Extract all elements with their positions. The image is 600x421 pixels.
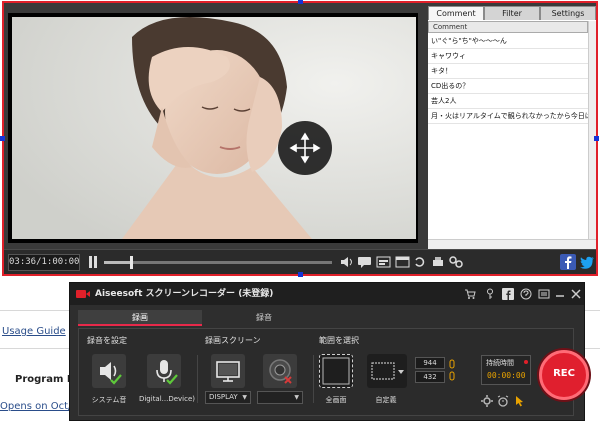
- printer-icon[interactable]: [431, 255, 445, 269]
- display-select-value: DISPLAY: [209, 393, 238, 401]
- microphone-toggle[interactable]: [147, 354, 181, 388]
- webcam-select[interactable]: ▼: [257, 391, 303, 404]
- comment-row[interactable]: 月・火はリアルタイムで観られなかったから今日は本: [428, 109, 588, 124]
- usage-guide-link[interactable]: Usage Guide: [2, 326, 66, 337]
- section-divider: [313, 355, 314, 403]
- display-select[interactable]: DISPLAY ▼: [205, 391, 251, 404]
- comment-icon[interactable]: [357, 255, 372, 269]
- duration-value: 00:00:00: [487, 371, 526, 380]
- playback-time: 03:36/1:00:00: [8, 254, 80, 271]
- comment-row[interactable]: キャワウィ: [428, 49, 588, 64]
- comment-vertical-scrollbar[interactable]: [588, 21, 596, 239]
- opens-text[interactable]: Opens on Oct/2: [0, 401, 78, 412]
- webcam-icon: [269, 359, 292, 384]
- comment-row[interactable]: キタ！: [428, 64, 588, 79]
- recorder-tabs: 録画 録音: [78, 310, 574, 326]
- resize-handle-right[interactable]: [594, 136, 599, 141]
- comment-panel: Comment Filter Settings Comment い"ぐ"ら"ち"…: [428, 6, 596, 249]
- tab-filter[interactable]: Filter: [484, 6, 540, 20]
- record-button[interactable]: REC: [539, 350, 589, 400]
- seek-bar-fill: [104, 261, 132, 264]
- comment-row[interactable]: CD出るの？: [428, 79, 588, 94]
- resize-handle-bottom[interactable]: [298, 272, 303, 277]
- link-aspect-icon[interactable]: [448, 359, 456, 381]
- system-audio-label: システム音: [91, 396, 127, 404]
- menu-icon[interactable]: [538, 288, 550, 300]
- record-button-label: REC: [553, 368, 575, 379]
- speaker-icon: [100, 362, 122, 385]
- webcam-toggle[interactable]: [263, 354, 297, 388]
- window-icon[interactable]: [395, 255, 410, 269]
- duration-label: 持続時間: [486, 359, 514, 367]
- recording-dot-icon: [524, 360, 528, 364]
- comment-horizontal-scrollbar[interactable]: [428, 239, 596, 249]
- fullscreen-region-icon: [322, 357, 350, 385]
- facebook-icon[interactable]: [560, 254, 576, 270]
- screen: Usage Guide Program De Opens on Oct/2 Co…: [0, 0, 600, 421]
- comment-column-header[interactable]: Comment: [428, 21, 588, 33]
- recording-area-frame[interactable]: Comment Filter Settings Comment い"ぐ"ら"ち"…: [0, 0, 599, 277]
- system-audio-toggle[interactable]: [92, 354, 126, 388]
- pause-icon[interactable]: [88, 255, 98, 269]
- repeat-icon[interactable]: [413, 255, 427, 269]
- settings-gear-icon[interactable]: [448, 255, 464, 269]
- width-input[interactable]: 944: [415, 357, 445, 369]
- monitor-icon: [216, 361, 240, 382]
- help-icon[interactable]: [520, 288, 532, 300]
- volume-icon[interactable]: [340, 255, 354, 269]
- seek-knob[interactable]: [130, 256, 134, 269]
- chevron-down-icon: ▼: [242, 394, 247, 401]
- seek-bar[interactable]: [104, 256, 332, 269]
- video-player[interactable]: [8, 13, 418, 243]
- resize-handle-left[interactable]: [0, 136, 5, 141]
- screen-recorder-window: Aiseesoft スクリーンレコーダー (未登録) 録画 録音 録音を設定 シ…: [69, 282, 589, 421]
- app-title: Aiseesoft スクリーンレコーダー (未登録): [95, 289, 274, 299]
- video-frame-image: [12, 17, 416, 239]
- minimize-icon[interactable]: [554, 288, 566, 300]
- camera-logo-icon: [76, 290, 90, 298]
- settings-icon[interactable]: [481, 395, 493, 407]
- recorder-title-bar[interactable]: Aiseesoft スクリーンレコーダー (未登録): [70, 283, 584, 305]
- alarm-clock-icon[interactable]: [497, 395, 509, 407]
- resize-handle-top[interactable]: [298, 0, 303, 4]
- microphone-icon: [156, 360, 178, 385]
- tab-settings[interactable]: Settings: [540, 6, 596, 20]
- duration-box: 持続時間 00:00:00: [481, 355, 531, 385]
- move-area-button[interactable]: [278, 121, 332, 175]
- section-divider: [197, 355, 198, 403]
- height-input[interactable]: 432: [415, 371, 445, 383]
- tab-audio-record[interactable]: 録音: [202, 310, 326, 326]
- fullscreen-option[interactable]: [319, 354, 353, 388]
- close-icon[interactable]: [570, 288, 582, 300]
- tab-comment[interactable]: Comment: [428, 6, 484, 20]
- audio-section-label: 録音を設定: [87, 336, 127, 345]
- custom-label: 自定義: [375, 396, 397, 404]
- fullscreen-label: 全画面: [325, 396, 347, 404]
- facebook-small-icon[interactable]: [502, 288, 514, 300]
- move-arrows-icon: [289, 132, 321, 164]
- cart-icon[interactable]: [464, 288, 476, 300]
- key-icon[interactable]: [484, 288, 496, 300]
- comment-row[interactable]: い"ぐ"ら"ち"や〜〜〜ん: [428, 34, 588, 49]
- display-capture-toggle[interactable]: [211, 354, 245, 388]
- screen-section-label: 録画スクリーン: [205, 336, 261, 345]
- comment-row[interactable]: 芸人2人: [428, 94, 588, 109]
- player-control-bar: 03:36/1:00:00: [4, 249, 596, 274]
- tab-video-record[interactable]: 録画: [78, 310, 202, 326]
- custom-region-option[interactable]: [367, 354, 407, 388]
- chevron-down-icon: ▼: [294, 394, 299, 401]
- twitter-icon[interactable]: [579, 254, 595, 270]
- region-section-label: 範囲を選択: [319, 336, 359, 345]
- subtitle-icon[interactable]: [376, 255, 391, 269]
- recorder-settings-panel: 録音を設定 システム音 Digital...Device) 録画スクリーン DI…: [78, 328, 589, 416]
- custom-region-icon: [371, 362, 404, 380]
- microphone-label: Digital...Device): [138, 395, 196, 403]
- comment-panel-tabs: Comment Filter Settings: [428, 6, 596, 20]
- cursor-icon[interactable]: [513, 395, 525, 407]
